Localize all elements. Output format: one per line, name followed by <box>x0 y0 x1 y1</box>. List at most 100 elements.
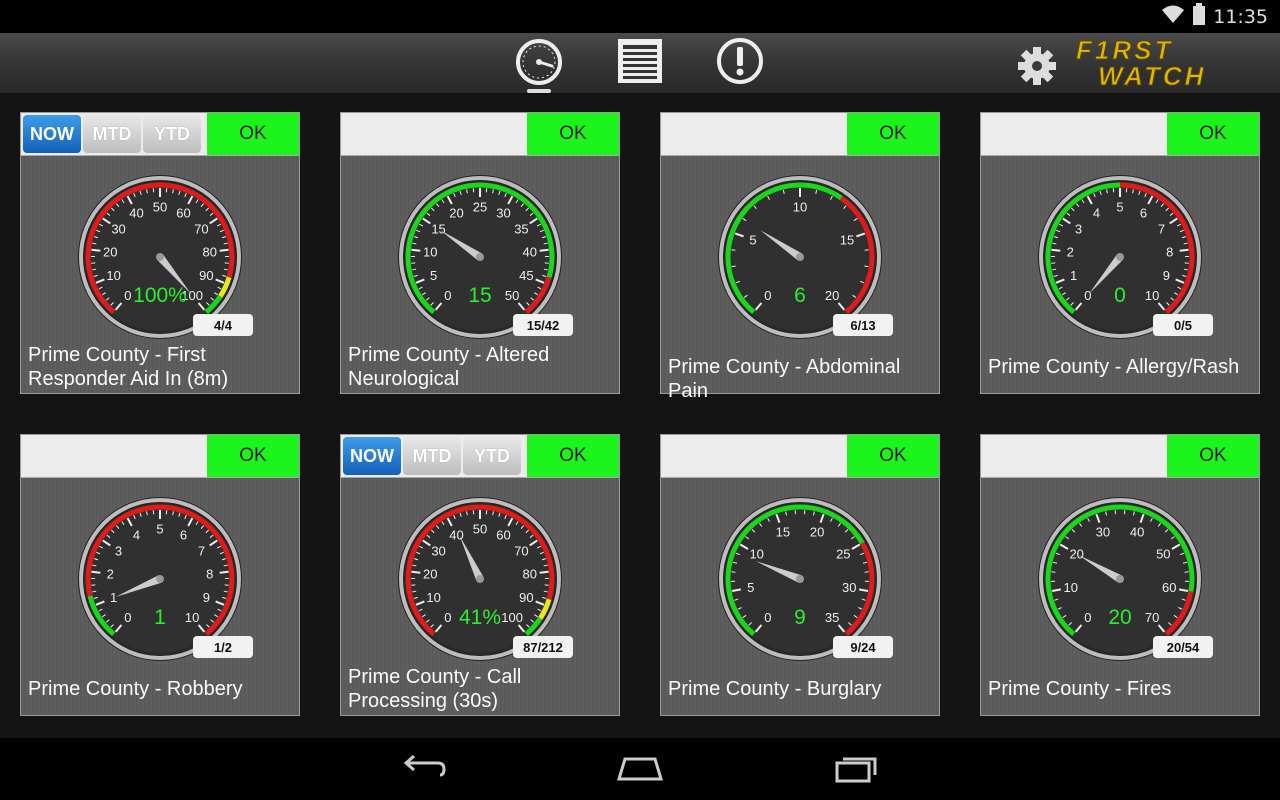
gauge-major-tick <box>91 570 101 574</box>
gauge-tick-label: 0 <box>764 610 771 625</box>
logo-text-watch: WATCH <box>1098 61 1206 89</box>
gauge-tick-label: 5 <box>1116 200 1123 215</box>
home-icon <box>615 753 665 788</box>
segment-mtd[interactable]: MTD <box>83 115 141 153</box>
card-body: 0 1 2 3 4 5 6 7 8 9 10 1 1/2 Prime County - Robbery <box>21 478 299 715</box>
gauge-hub <box>1116 253 1124 261</box>
gauge-tick-label: 0 <box>1084 610 1091 625</box>
gauge-tick-label: 70 <box>194 222 208 237</box>
gauge-tick-label: 40 <box>522 244 536 259</box>
settings-button[interactable] <box>1016 45 1058 92</box>
gauge-value-text: 15 <box>468 284 491 307</box>
gauge-tick-label: 1 <box>110 590 117 605</box>
gauge-tick-label: 35 <box>825 610 839 625</box>
gauge-tick-label: 10 <box>793 200 807 215</box>
gauge-tick-label: 0 <box>1084 288 1091 303</box>
gauge-minor-tick <box>864 265 869 268</box>
gauge-hub <box>156 575 164 583</box>
count-badge: 15/42 <box>513 314 573 336</box>
firstwatch-logo: F1RST WATCH <box>1016 37 1266 89</box>
status-ok-button[interactable]: OK <box>1167 435 1259 477</box>
card-header: OK <box>981 435 1259 478</box>
gauge-tick-label: 10 <box>106 268 120 283</box>
alerts-button[interactable] <box>712 35 768 91</box>
gauge-tick-label: 35 <box>514 222 528 237</box>
gauge-value-text: 20 <box>1108 606 1131 629</box>
card-title: Prime County - Robbery <box>28 678 243 700</box>
gauge-tick-label: 15 <box>431 222 445 237</box>
list-view-icon <box>616 37 664 90</box>
status-icons: 11:35 <box>1161 3 1268 30</box>
status-ok-button[interactable]: OK <box>527 113 619 155</box>
indicator-card[interactable]: OK 0 1 2 3 4 5 6 7 8 9 10 1 1/2 Prime County - Robbery <box>20 434 300 716</box>
status-ok-button[interactable]: OK <box>527 435 619 477</box>
indicator-card[interactable]: OK 0 10 20 30 40 50 60 70 20 20/54 Prime County - F… <box>980 434 1260 716</box>
home-button[interactable] <box>605 750 675 790</box>
gauge-tick-label: 5 <box>747 580 754 595</box>
gauge-view-icon <box>514 36 564 91</box>
gauge-tick-label: 80 <box>522 566 536 581</box>
clock: 11:35 <box>1213 5 1268 28</box>
count-badge: 9/24 <box>833 636 893 658</box>
gauge-tick-label: 40 <box>1130 525 1144 540</box>
gauge-tick-label: 70 <box>514 544 528 559</box>
period-segmented-control: NOW MTD YTD <box>23 115 201 153</box>
card-header: NOW MTD YTD OK <box>341 435 619 478</box>
gauge-tick-label: 60 <box>176 205 190 220</box>
list-view-button[interactable] <box>612 35 668 91</box>
gauge-tick-label: 9 <box>203 590 210 605</box>
segment-mtd[interactable]: MTD <box>403 437 461 475</box>
gauge-tick-label: 4 <box>1093 205 1100 220</box>
indicator-card[interactable]: OK 0 5 10 15 20 25 30 35 9 9/24 Prime County - Burg… <box>660 434 940 716</box>
indicator-card[interactable]: NOW MTD YTD OK 0 10 20 30 40 50 60 70 80 90 100 41% 87/2… <box>340 434 620 716</box>
card-title: Prime County - Allergy/Rash <box>988 356 1240 378</box>
indicator-card[interactable]: OK 0 5 10 15 20 6 6/13 Prime County - Abdominal … <box>660 112 940 402</box>
gauge-tick-label: 10 <box>423 244 437 259</box>
card-title: Prime County - Burglary <box>668 678 882 700</box>
period-segmented-control: NOW MTD YTD <box>343 437 521 475</box>
gauge-major-tick <box>539 570 549 574</box>
indicator-grid: NOW MTD YTD OK 0 10 20 30 40 50 60 70 80 90 100 100% 4/4… <box>0 94 1280 738</box>
gauge-tick-label: 10 <box>426 590 440 605</box>
gauge-tick-label: 50 <box>473 522 487 537</box>
status-ok-button[interactable]: OK <box>207 113 299 155</box>
segment-ytd[interactable]: YTD <box>143 115 201 153</box>
gauge-tick-label: 30 <box>431 544 445 559</box>
gauge-tick-label: 1 <box>1070 268 1077 283</box>
gauge-tick-label: 5 <box>430 268 437 283</box>
gauge-view-button[interactable] <box>511 35 567 93</box>
status-ok-button[interactable]: OK <box>207 435 299 477</box>
status-ok-button[interactable]: OK <box>1167 113 1259 155</box>
gauge-tick-label: 2 <box>107 566 114 581</box>
count-badge: 20/54 <box>1153 636 1213 658</box>
count-badge: 87/212 <box>513 636 573 658</box>
segment-now[interactable]: NOW <box>23 115 81 153</box>
card-title: Prime County - Fires <box>988 678 1172 700</box>
gauge-value-text: 41% <box>459 606 501 629</box>
indicator-card[interactable]: OK 0 5 10 15 20 25 30 35 40 45 50 15 15/42 Prime Count… <box>340 112 620 394</box>
gauge-tick-label: 30 <box>1096 525 1110 540</box>
gauge-tick-label: 25 <box>473 200 487 215</box>
gauge-tick-label: 8 <box>206 566 213 581</box>
gauge-tick-label: 20 <box>423 566 437 581</box>
segment-now[interactable]: NOW <box>343 437 401 475</box>
indicator-card[interactable]: OK 0 1 2 3 4 5 6 7 8 9 10 0 0/5 Prime County - Allergy… <box>980 112 1260 394</box>
gear-icon <box>1016 47 1058 91</box>
gauge-minor-tick <box>731 265 736 268</box>
gauge-tick-label: 50 <box>1156 547 1170 562</box>
card-header: OK <box>981 113 1259 156</box>
recents-button[interactable] <box>822 750 892 790</box>
indicator-card[interactable]: NOW MTD YTD OK 0 10 20 30 40 50 60 70 80 90 100 100% 4/4… <box>20 112 300 394</box>
back-button[interactable] <box>389 750 459 790</box>
status-ok-button[interactable]: OK <box>847 113 939 155</box>
gauge-major-tick <box>411 570 421 574</box>
card-title: Prime County - First Responder Aid In (8… <box>28 344 229 390</box>
logo-wordmark: F1RST WATCH <box>1076 37 1206 89</box>
wifi-icon <box>1161 4 1185 29</box>
segment-ytd[interactable]: YTD <box>463 437 521 475</box>
gauge-tick-label: 30 <box>842 580 856 595</box>
card-body: 0 5 10 15 20 25 30 35 40 45 50 15 15/42 Prime County … <box>341 156 619 393</box>
gauge-tick-label: 4 <box>133 527 140 542</box>
status-ok-button[interactable]: OK <box>847 435 939 477</box>
gauge-tick-label: 45 <box>519 268 533 283</box>
